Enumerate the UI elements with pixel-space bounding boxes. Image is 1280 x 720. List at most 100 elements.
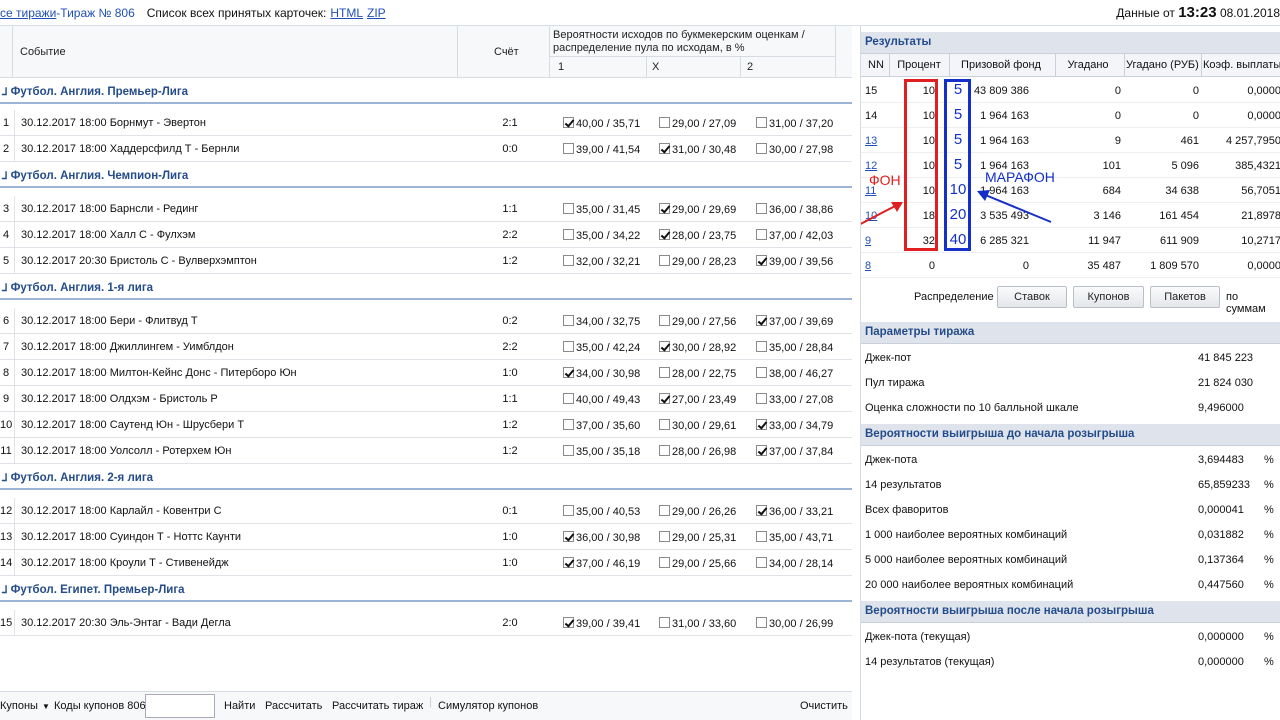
outcome-checkbox[interactable] xyxy=(563,228,574,240)
param-row: Всех фаворитов 0,000041% xyxy=(861,498,1280,523)
outcome-checkbox[interactable] xyxy=(756,556,767,568)
outcome-checkbox[interactable] xyxy=(563,556,574,568)
outcome-checkbox[interactable] xyxy=(563,366,574,378)
outcome-checkbox[interactable] xyxy=(756,418,767,430)
outcome-checkbox[interactable] xyxy=(756,530,767,542)
outcome-checkbox[interactable] xyxy=(659,228,670,240)
table-row: 10 30.12.2017 18:00 Саутенд Юн - Шрусбери… xyxy=(0,412,852,438)
outcome-checkbox[interactable] xyxy=(659,366,670,378)
results-nn[interactable]: 12 xyxy=(865,160,877,172)
outcome-cell: 30,00 / 26,99 xyxy=(756,616,833,630)
stakes-button[interactable]: Ставок xyxy=(997,286,1067,308)
calculate-button[interactable]: Рассчитать xyxy=(265,700,322,712)
outcome-checkbox[interactable] xyxy=(756,340,767,352)
outcome-checkbox[interactable] xyxy=(563,616,574,628)
results-hit: 9 xyxy=(1114,135,1121,147)
outcome-checkbox[interactable] xyxy=(563,142,574,154)
outcome-checkbox[interactable] xyxy=(563,392,574,404)
coupon-code-input[interactable] xyxy=(145,694,215,718)
table-row: 7 30.12.2017 18:00 Джиллингем - Уимблдон 2… xyxy=(0,334,852,360)
outcome-cell: 31,00 / 30,48 xyxy=(659,142,736,156)
outcome-checkbox[interactable] xyxy=(659,418,670,430)
outcome-checkbox[interactable] xyxy=(756,366,767,378)
coupons-dropdown-icon[interactable]: ▼ xyxy=(42,702,50,711)
outcome-value: 28,00 / 26,98 xyxy=(672,446,737,458)
section-expand-icon[interactable]: ⅃ xyxy=(2,171,8,182)
results-coef: 21,8978 xyxy=(1241,210,1280,222)
results-nn[interactable]: 9 xyxy=(865,235,871,247)
param-unit: % xyxy=(1264,479,1274,491)
param-unit: % xyxy=(1264,454,1274,466)
zip-link[interactable]: ZIP xyxy=(367,6,386,20)
table-row: 15 30.12.2017 20:30 Эль-Энтаг - Вади Дегл… xyxy=(0,610,852,636)
draw-number-link[interactable]: Тираж № 806 xyxy=(60,6,134,20)
section-expand-icon[interactable]: ⅃ xyxy=(2,473,8,484)
results-fund: 1 964 163 xyxy=(980,110,1029,122)
results-nn[interactable]: 8 xyxy=(865,260,871,272)
outcome-checkbox[interactable] xyxy=(756,202,767,214)
outcome-checkbox[interactable] xyxy=(659,116,670,128)
outcome-checkbox[interactable] xyxy=(563,314,574,326)
outcome-checkbox[interactable] xyxy=(659,392,670,404)
param-label: Джек-пота xyxy=(865,454,918,466)
outcome-checkbox[interactable] xyxy=(756,142,767,154)
outcome-checkbox[interactable] xyxy=(756,504,767,516)
outcome-checkbox[interactable] xyxy=(659,616,670,628)
param-label: 1 000 наиболее вероятных комбинаций xyxy=(865,529,1068,541)
calculate-draw-button[interactable]: Рассчитать тираж xyxy=(332,700,423,712)
event-score: 1:1 xyxy=(502,203,518,215)
all-draws-link[interactable]: се тиражи xyxy=(0,6,56,20)
outcome-checkbox[interactable] xyxy=(659,340,670,352)
outcome-checkbox[interactable] xyxy=(563,418,574,430)
section-expand-icon[interactable]: ⅃ xyxy=(2,585,8,596)
row-number: 7 xyxy=(2,341,10,353)
outcome-checkbox[interactable] xyxy=(659,254,670,266)
outcome-checkbox[interactable] xyxy=(756,616,767,628)
coupons-menu[interactable]: Купоны xyxy=(0,700,38,712)
outcome-value: 29,00 / 25,31 xyxy=(672,532,737,544)
param-value: 0,000041 xyxy=(1198,504,1244,516)
param-value: 0,031882 xyxy=(1198,529,1244,541)
results-nn[interactable]: 10 xyxy=(865,210,877,222)
outcome-cell: 29,00 / 27,09 xyxy=(659,116,736,130)
outcome-checkbox[interactable] xyxy=(659,314,670,326)
outcome-checkbox[interactable] xyxy=(659,504,670,516)
section-expand-icon[interactable]: ⅃ xyxy=(2,87,8,98)
outcome-checkbox[interactable] xyxy=(659,202,670,214)
outcome-checkbox[interactable] xyxy=(563,504,574,516)
outcome-checkbox[interactable] xyxy=(563,254,574,266)
coupons-button[interactable]: Купонов xyxy=(1073,286,1144,308)
coupon-simulator-button[interactable]: Симулятор купонов xyxy=(438,700,538,712)
outcome-value: 40,00 / 35,71 xyxy=(576,118,641,130)
find-button[interactable]: Найти xyxy=(224,700,255,712)
section-expand-icon[interactable]: ⅃ xyxy=(2,283,8,294)
outcome-checkbox[interactable] xyxy=(563,530,574,542)
outcome-checkbox[interactable] xyxy=(659,530,670,542)
outcome-checkbox[interactable] xyxy=(756,314,767,326)
results-fund: 3 535 493 xyxy=(980,210,1029,222)
top-bar: се тиражи - Тираж № 806 Список всех прин… xyxy=(0,0,1280,26)
event-score: 2:1 xyxy=(502,117,518,129)
html-link[interactable]: HTML xyxy=(330,6,363,20)
outcome-checkbox[interactable] xyxy=(756,254,767,266)
outcome-checkbox[interactable] xyxy=(756,392,767,404)
outcome-checkbox[interactable] xyxy=(756,228,767,240)
outcome-checkbox[interactable] xyxy=(563,340,574,352)
outcome-cell: 29,00 / 28,23 xyxy=(659,254,736,268)
results-nn[interactable]: 13 xyxy=(865,135,877,147)
outcome-checkbox[interactable] xyxy=(756,116,767,128)
header-divider xyxy=(889,54,890,77)
event-name: 30.12.2017 18:00 Суиндон Т - Ноттс Каунт… xyxy=(21,531,242,543)
outcome-checkbox[interactable] xyxy=(563,202,574,214)
outcome-checkbox[interactable] xyxy=(756,444,767,456)
packets-button[interactable]: Пакетов xyxy=(1150,286,1220,308)
row-divider xyxy=(14,222,15,248)
outcome-checkbox[interactable] xyxy=(563,444,574,456)
section-title: Футбол. Англия. 1-я лига xyxy=(10,282,154,294)
results-coef: 0,0000 xyxy=(1247,110,1280,122)
outcome-checkbox[interactable] xyxy=(659,556,670,568)
clear-button[interactable]: Очистить xyxy=(800,700,848,712)
outcome-checkbox[interactable] xyxy=(659,444,670,456)
outcome-checkbox[interactable] xyxy=(659,142,670,154)
outcome-checkbox[interactable] xyxy=(563,116,574,128)
